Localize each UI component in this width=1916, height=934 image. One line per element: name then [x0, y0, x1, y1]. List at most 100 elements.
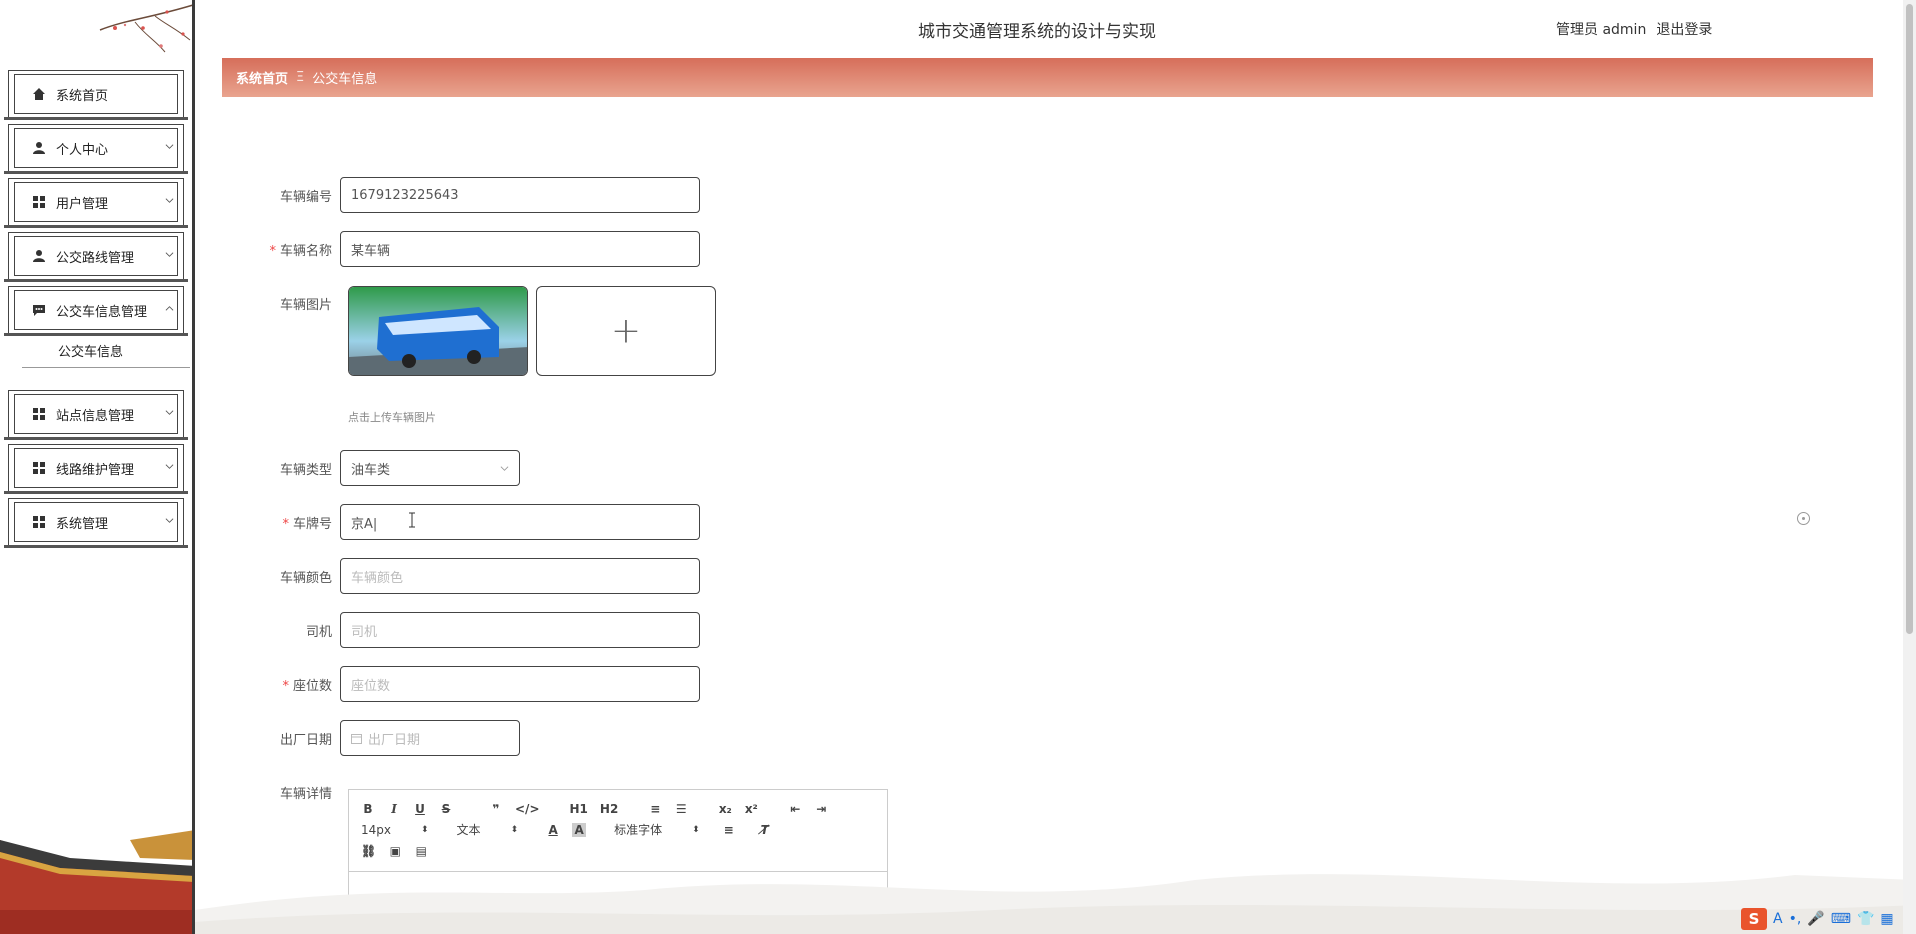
plum-branch-decoration — [99, 4, 192, 53]
home-icon — [32, 87, 46, 101]
bullet-list-icon[interactable]: ☰ — [674, 802, 688, 816]
toolbar-row-2: 14px ⬍ 文本 ⬍ A A 标准字体 ⬍ ≡ T̸ — [361, 819, 875, 840]
form-row-vehicle-type: 车辆类型 油车类 — [222, 450, 520, 486]
underline-icon[interactable]: U — [413, 802, 427, 816]
form-row-vehicle-no: 车辆编号 1679123225643 — [222, 177, 700, 213]
manufacture-date-label: 出厂日期 — [279, 732, 332, 748]
sidebar-item-bus-route-management[interactable]: 公交路线管理 — [4, 232, 188, 282]
ordered-list-icon[interactable]: ≡ — [648, 802, 662, 816]
font-family-select[interactable]: 标准字体 ⬍ — [614, 821, 700, 838]
sidebar-item-label: 线路维护管理 — [56, 462, 135, 478]
vehicle-no-label: 车辆编号 — [279, 189, 332, 205]
breadcrumb-current: 公交车信息 — [312, 72, 378, 87]
ime-mic-icon[interactable]: 🎤 — [1807, 911, 1824, 927]
superscript-icon[interactable]: x² — [744, 802, 758, 816]
clear-format-icon[interactable]: T̸ — [758, 823, 772, 837]
font-color-icon[interactable]: A — [546, 823, 560, 837]
toolbar-row-1: B I U S ❞ </> H1 H2 ≡ ☰ x₂ x² ⇤ ⇥ — [361, 798, 875, 819]
required-mark: * — [269, 243, 276, 259]
strikethrough-icon[interactable]: S — [439, 802, 453, 816]
sidebar-item-label: 公交路线管理 — [56, 250, 135, 266]
ime-punct-icon[interactable]: •, — [1789, 911, 1802, 927]
heading-1-icon[interactable]: H1 — [570, 802, 588, 816]
seats-input[interactable]: 座位数 — [340, 666, 700, 702]
image-upload-hint: 点击上传车辆图片 — [348, 411, 436, 424]
sidebar-item-user-management[interactable]: 用户管理 — [4, 178, 188, 228]
sidebar-item-personal-center[interactable]: 个人中心 — [4, 124, 188, 174]
ime-keyboard-icon[interactable]: ⌨ — [1831, 911, 1851, 927]
sidebar-item-system-management[interactable]: 系统管理 — [4, 498, 188, 548]
select-arrows-icon: ⬍ — [692, 824, 700, 835]
chevron-down-icon — [165, 410, 174, 415]
palace-decoration — [0, 830, 192, 934]
ime-skin-icon[interactable]: 👕 — [1857, 911, 1874, 927]
sogou-ime-icon[interactable]: S — [1741, 908, 1767, 930]
vehicle-image-thumbnail[interactable] — [348, 286, 528, 376]
vehicle-type-value: 油车类 — [351, 462, 391, 478]
ime-lang-icon[interactable]: A — [1773, 911, 1783, 927]
ime-menu-icon[interactable]: ▦ — [1880, 911, 1893, 927]
user-label: 管理员 admin — [1556, 22, 1647, 38]
submenu-item-bus-info[interactable]: 公交车信息 — [22, 342, 190, 368]
scrollbar-thumb[interactable] — [1906, 4, 1913, 634]
form-row-driver: 司机 司机 — [222, 612, 700, 648]
sidebar-item-bus-info-management[interactable]: 公交车信息管理 — [4, 286, 188, 336]
plus-icon: + — [610, 310, 642, 352]
text-format-select[interactable]: 文本 ⬍ — [457, 821, 519, 838]
sidebar-item-route-maintenance[interactable]: 线路维护管理 — [4, 444, 188, 494]
app-title: 城市交通管理系统的设计与实现 — [918, 22, 1156, 42]
vehicle-type-select[interactable]: 油车类 — [340, 450, 520, 486]
chat-icon — [32, 303, 46, 317]
indent-increase-icon[interactable]: ⇥ — [814, 802, 828, 816]
breadcrumb-home[interactable]: 系统首页 — [236, 68, 288, 87]
sidebar-item-label: 公交车信息管理 — [56, 304, 148, 320]
form-row-vehicle-color: 车辆颜色 车辆颜色 — [222, 558, 700, 594]
breadcrumb-separator: Ξ — [296, 70, 305, 85]
target-icon — [1797, 512, 1810, 525]
sidebar-item-label: 用户管理 — [56, 196, 109, 212]
sidebar: 系统首页 个人中心 用户管理 公交路线管理 公交车信息管理 公交车信息 站点信息… — [0, 0, 195, 934]
sidebar-item-home[interactable]: 系统首页 — [4, 70, 188, 120]
vehicle-image-label: 车辆图片 — [279, 298, 332, 313]
chevron-down-icon — [165, 464, 174, 469]
italic-icon[interactable]: I — [387, 802, 401, 816]
grid-icon — [32, 195, 46, 209]
breadcrumb: 系统首页 Ξ 公交车信息 — [222, 58, 1873, 97]
text-format-value: 文本 — [456, 823, 481, 837]
chevron-down-icon — [165, 144, 174, 149]
background-color-icon[interactable]: A — [572, 822, 587, 837]
form-row-manufacture-date: 出厂日期 出厂日期 — [222, 720, 520, 756]
text-cursor-icon — [409, 512, 415, 528]
user-icon — [32, 141, 46, 155]
vehicle-type-label: 车辆类型 — [279, 462, 332, 478]
driver-label: 司机 — [305, 624, 332, 640]
font-size-select[interactable]: 14px ⬍ — [361, 823, 429, 837]
indent-decrease-icon[interactable]: ⇤ — [788, 802, 802, 816]
blockquote-icon[interactable]: ❞ — [489, 802, 503, 816]
chevron-up-icon — [165, 306, 174, 311]
vehicle-color-input[interactable]: 车辆颜色 — [340, 558, 700, 594]
driver-input[interactable]: 司机 — [340, 612, 700, 648]
plate-no-input[interactable]: 京A| — [340, 504, 700, 540]
user-icon — [32, 249, 46, 263]
logout-link[interactable]: 退出登录 — [1656, 19, 1712, 39]
manufacture-date-picker[interactable]: 出厂日期 — [340, 720, 520, 756]
align-icon[interactable]: ≡ — [722, 823, 736, 837]
code-block-icon[interactable]: </> — [515, 802, 540, 816]
form-row-plate-no: * 车牌号 京A| — [222, 504, 700, 540]
heading-2-icon[interactable]: H2 — [600, 802, 618, 816]
subscript-icon[interactable]: x₂ — [718, 802, 732, 816]
bold-icon[interactable]: B — [361, 802, 375, 816]
form-row-vehicle-image: 车辆图片 — [222, 294, 340, 313]
chevron-down-icon — [165, 252, 174, 257]
sidebar-item-label: 站点信息管理 — [56, 408, 135, 424]
grid-icon — [32, 515, 46, 529]
required-mark: * — [282, 516, 289, 532]
vehicle-name-input[interactable]: 某车辆 — [340, 231, 700, 267]
image-upload-button[interactable]: + — [536, 286, 716, 376]
sidebar-item-station-management[interactable]: 站点信息管理 — [4, 390, 188, 440]
calendar-icon — [351, 733, 362, 744]
page-scrollbar[interactable] — [1903, 0, 1916, 934]
vehicle-name-label: 车辆名称 — [279, 243, 332, 259]
vehicle-no-input[interactable]: 1679123225643 — [340, 177, 700, 213]
